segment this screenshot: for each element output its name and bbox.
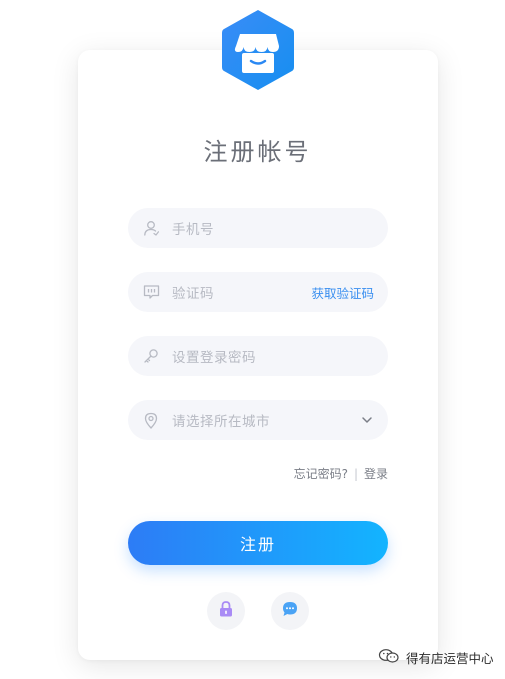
lock-icon (218, 600, 234, 622)
wechat-icon (378, 648, 400, 667)
message-icon (142, 283, 160, 301)
store-logo-icon (220, 8, 296, 92)
code-field[interactable]: 验证码 获取验证码 (128, 272, 388, 312)
password-field[interactable]: 设置登录密码 (128, 336, 388, 376)
password-login-button[interactable] (207, 592, 245, 630)
watermark: 得有店运营中心 (378, 648, 494, 667)
location-pin-icon (142, 411, 160, 429)
phone-field[interactable]: 手机号 (128, 208, 388, 248)
sms-login-button[interactable] (271, 592, 309, 630)
get-code-button[interactable]: 获取验证码 (311, 283, 374, 302)
key-icon (142, 347, 160, 365)
page-title: 注册帐号 (203, 138, 312, 166)
login-link[interactable]: 登录 (364, 467, 388, 481)
auth-links: 忘记密码? | 登录 (128, 465, 388, 482)
register-page: 注册帐号 手机号 验证码 获取验证码 设置登录密码 请选择所在城市 忘记密码? … (0, 0, 505, 679)
phone-input[interactable]: 手机号 (172, 218, 374, 238)
user-icon (142, 219, 160, 237)
password-input[interactable]: 设置登录密码 (172, 346, 374, 366)
code-input[interactable]: 验证码 (172, 282, 311, 302)
watermark-text: 得有店运营中心 (406, 651, 494, 666)
register-button[interactable]: 注册 (128, 521, 388, 565)
forgot-password-link[interactable]: 忘记密码? (294, 467, 348, 481)
link-separator: | (353, 467, 358, 481)
chevron-down-icon[interactable] (360, 413, 374, 427)
chat-bubble-icon (281, 600, 299, 622)
city-select[interactable]: 请选择所在城市 (128, 400, 388, 440)
city-select-value[interactable]: 请选择所在城市 (172, 410, 360, 430)
